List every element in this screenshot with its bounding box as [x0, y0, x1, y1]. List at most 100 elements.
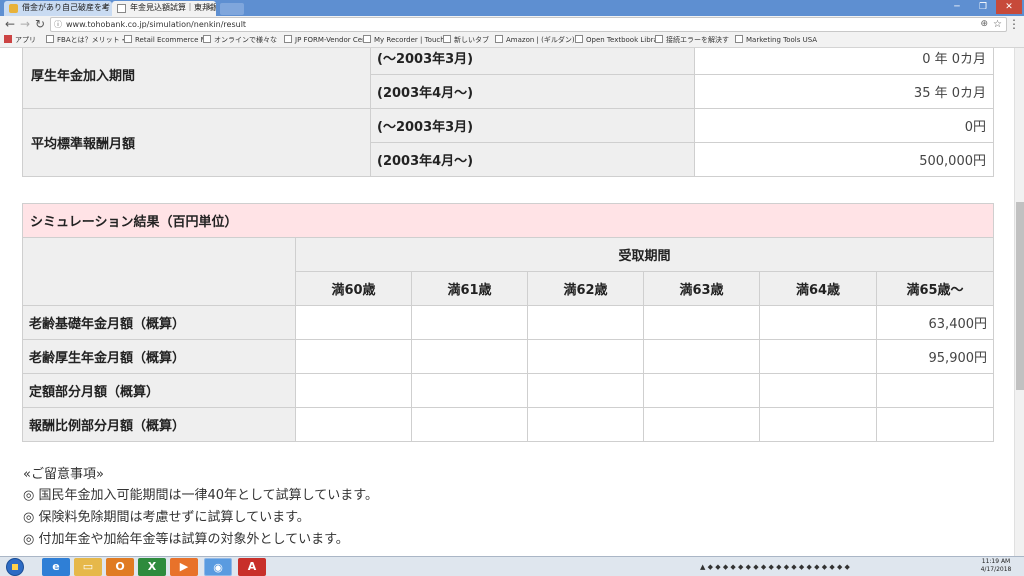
receiving-period-header: 受取期間 [294, 237, 995, 272]
browser-toolbar: ← → ↻ ⓘ www.tohobank.co.jp/simulation/ne… [0, 16, 1024, 34]
value-cell [875, 407, 995, 442]
value-cell [643, 407, 760, 442]
clock-time: 11:19 AM [981, 558, 1011, 565]
internet-explorer-icon[interactable]: e [42, 558, 70, 576]
clock-date: 4/17/2018 [980, 566, 1012, 573]
note-item: ◎ 付加年金や加給年金等は試算の対象外としています。 [23, 532, 349, 547]
table-row: 老齢基礎年金月額（概算） 63,400円 [22, 305, 995, 340]
notes-heading: «ご留意事項» [23, 467, 104, 482]
table-row: 老齢厚生年金月額（概算） 95,900円 [22, 339, 995, 374]
value-cell [759, 339, 877, 374]
chrome-icon[interactable]: ◉ [204, 558, 232, 576]
row-header: 厚生年金加入期間 [22, 48, 371, 109]
value-cell [411, 373, 528, 408]
row-label: 老齢厚生年金月額（概算） [22, 339, 296, 374]
value-cell [295, 373, 412, 408]
bookmark-item[interactable]: Open Textbook Libra [575, 34, 658, 47]
page-scrollbar[interactable] [1014, 48, 1024, 556]
restore-icon[interactable]: ❐ [970, 0, 996, 14]
minimize-icon[interactable]: ─ [944, 0, 970, 14]
value-cell [875, 373, 995, 408]
table-row: 平均標準報酬月額 (～2003年3月) 0円 [22, 108, 994, 177]
tab-favicon-icon [117, 4, 126, 13]
start-button[interactable] [6, 558, 24, 576]
bookmark-item[interactable]: My Recorder | Touch [363, 34, 445, 47]
bookmark-item[interactable]: FBAとは？メリット・ [46, 34, 127, 47]
acrobat-icon[interactable]: A [238, 558, 266, 576]
page-icon [124, 35, 132, 43]
apps-icon [4, 35, 12, 43]
bookmark-apps[interactable]: アプリ [4, 34, 36, 47]
bookmark-item[interactable]: Retail Ecommerce Mi [124, 34, 209, 47]
value-cell [527, 407, 644, 442]
bookmark-item[interactable]: オンラインで様々な [203, 34, 277, 47]
notes-section: «ご留意事項» ◎ 国民年金加入可能期間は一律40年として試算しています。 ◎ … [23, 465, 378, 551]
row-label: 報酬比例部分月額（概算） [22, 407, 296, 442]
tab-title: 借金があり自己破産を考 [22, 3, 110, 12]
value-cell [295, 407, 412, 442]
url-text: www.tohobank.co.jp/simulation/nenkin/res… [66, 20, 247, 29]
address-bar[interactable]: ⓘ www.tohobank.co.jp/simulation/nenkin/r… [50, 17, 1007, 32]
value-cell [411, 305, 528, 340]
amazon-icon [495, 35, 503, 43]
period-label: (～2003年3月) [370, 48, 695, 75]
outlook-icon[interactable]: O [106, 558, 134, 576]
zoom-icon[interactable]: ⊕ [980, 18, 988, 31]
value-cell [411, 407, 528, 442]
bookmark-item[interactable]: 新しいタブ [443, 34, 489, 47]
info-icon[interactable]: ⓘ [54, 19, 62, 31]
age-header: 満60歳 [295, 271, 412, 306]
period-label: (2003年4月～) [370, 142, 695, 177]
page-icon [46, 35, 54, 43]
group-header-row: 受取期間 [22, 237, 995, 306]
row-label: 老齢基礎年金月額（概算） [22, 305, 296, 340]
value-cell: 500,000円 [694, 142, 994, 177]
age-header: 満61歳 [411, 271, 528, 306]
table-title-row: シミュレーション結果（百円単位） [21, 203, 995, 238]
value-cell [295, 339, 412, 374]
age-header: 満64歳 [759, 271, 877, 306]
close-tab-icon[interactable]: ✕ [205, 1, 212, 15]
browser-tab-active[interactable]: 年金見込額試算｜東邦銀 ✕ [112, 1, 216, 16]
pension-info-table: 厚生年金加入期間 (～2003年3月) 0 年 0カ月 (2003年4月～) 3… [22, 48, 994, 177]
corner-cell [22, 237, 296, 306]
age-header: 満63歳 [643, 271, 760, 306]
value-cell [295, 305, 412, 340]
value-cell: 95,900円 [875, 339, 995, 374]
new-tab-button[interactable] [220, 3, 244, 15]
bookmark-item[interactable]: Amazon | (ギルダン) [495, 34, 575, 47]
table-row: 定額部分月額（概算） [22, 373, 995, 408]
bookmark-star-icon[interactable]: ☆ [993, 18, 1002, 31]
browser-tab[interactable]: 借金があり自己破産を考 ✕ [4, 1, 112, 16]
scrollbar-thumb[interactable] [1016, 202, 1024, 390]
back-icon[interactable]: ← [3, 17, 17, 32]
bookmark-item[interactable]: Marketing Tools USA [735, 34, 817, 47]
taskbar-clock[interactable]: 11:19 AM 4/17/2018 [972, 558, 1020, 574]
media-player-icon[interactable]: ▶ [170, 558, 198, 576]
note-item: ◎ 国民年金加入可能期間は一律40年として試算しています。 [23, 488, 378, 503]
value-cell [759, 407, 877, 442]
table-row: 厚生年金加入期間 (～2003年3月) 0 年 0カ月 [22, 48, 994, 109]
system-tray[interactable]: ▲ ◆ ◆ ◆ ◆ ◆ ◆ ◆ ◆ ◆ ◆ ◆ ◆ ◆ ◆ ◆ ◆ ◆ ◆ ◆ [700, 560, 965, 574]
page-content: 厚生年金加入期間 (～2003年3月) 0 年 0カ月 (2003年4月～) 3… [0, 48, 1014, 556]
reload-icon[interactable]: ↻ [33, 17, 47, 32]
page-icon [575, 35, 583, 43]
value-cell [643, 339, 760, 374]
close-window-icon[interactable]: ✕ [996, 0, 1022, 14]
value-cell: 35 年 0カ月 [694, 74, 994, 109]
close-tab-icon[interactable]: ✕ [101, 1, 108, 15]
row-header: 平均標準報酬月額 [22, 108, 371, 177]
file-explorer-icon[interactable]: ▭ [74, 558, 102, 576]
page-icon [363, 35, 371, 43]
bookmark-item[interactable]: 接続エラーを解決す [655, 34, 729, 47]
page-icon [735, 35, 743, 43]
value-cell [643, 305, 760, 340]
tab-title: 年金見込額試算｜東邦銀 [130, 3, 216, 12]
excel-icon[interactable]: X [138, 558, 166, 576]
bookmark-item[interactable]: JP FORM-Vendor Cen [284, 34, 367, 47]
row-label: 定額部分月額（概算） [22, 373, 296, 408]
tab-favicon-icon [9, 4, 18, 13]
forward-icon[interactable]: → [18, 17, 32, 32]
google-icon [655, 35, 663, 43]
menu-icon[interactable]: ⋮ [1008, 17, 1020, 32]
